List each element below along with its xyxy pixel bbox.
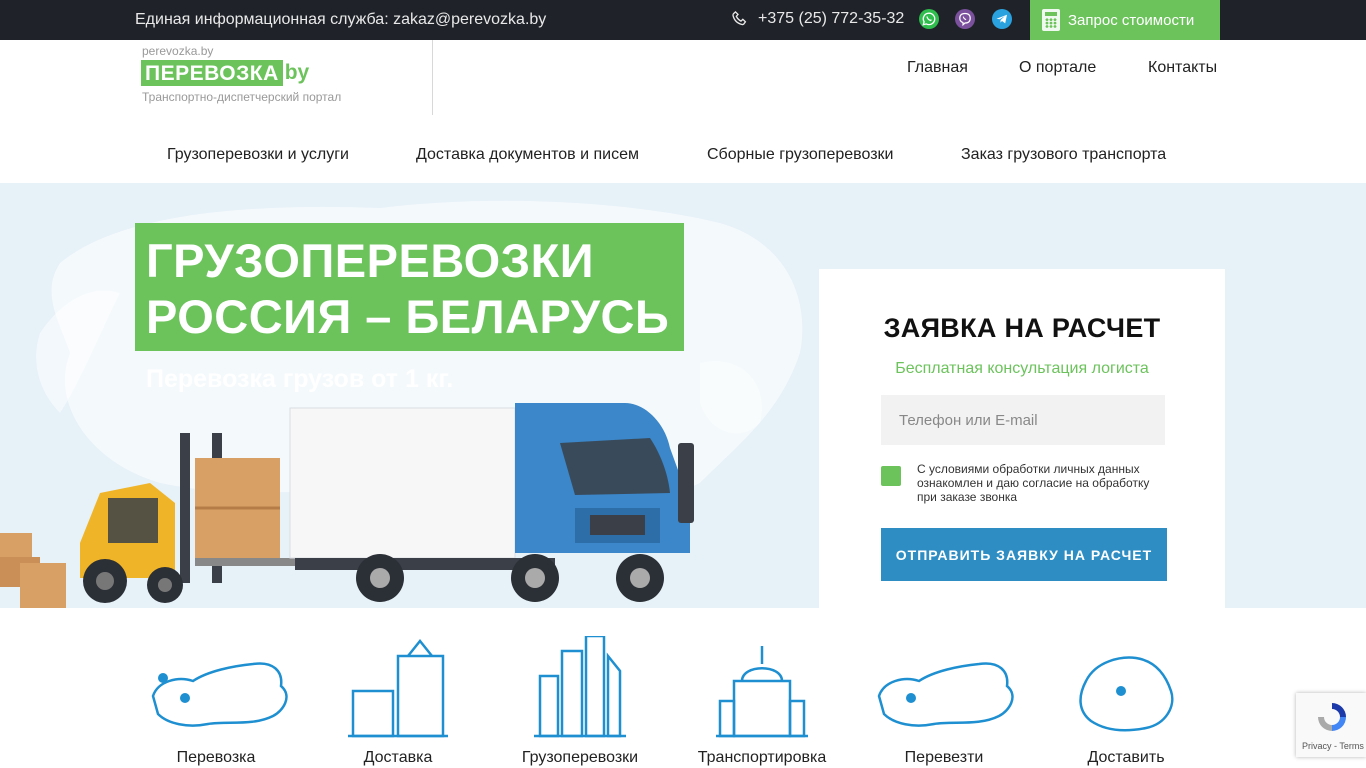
russia-map-icon <box>877 662 1014 727</box>
truck-forklift-illustration <box>0 403 694 608</box>
recaptcha-links[interactable]: Privacy - Terms <box>1302 741 1364 751</box>
service-transport-russia[interactable] <box>128 636 308 746</box>
phone-block[interactable]: +375 (25) 772-35-32 <box>730 9 904 29</box>
services-row: Перевозка Доставка Грузоперевозки Трансп… <box>0 608 1366 768</box>
phone-number: +375 (25) 772-35-32 <box>758 10 905 27</box>
recaptcha-badge[interactable]: Privacy - Terms <box>1296 693 1366 757</box>
russia-map-icon <box>151 662 288 727</box>
nav-about[interactable]: О портале <box>1019 59 1096 77</box>
service-transportation[interactable] <box>672 636 852 746</box>
hero-subtitle: Перевозка грузов от 1 кг. <box>146 365 454 393</box>
cathedral-icon <box>716 646 808 738</box>
contact-input[interactable] <box>881 395 1165 445</box>
form-subtitle: Бесплатная консультация логиста <box>895 360 1149 377</box>
recaptcha-icon <box>1318 703 1346 731</box>
calculator-icon <box>1042 9 1060 31</box>
site-logo[interactable]: ПЕРЕВОЗКА by <box>141 60 309 86</box>
logo-tagline: Транспортно-диспетчерский портал <box>142 90 342 104</box>
hero-title-line-2: РОССИЯ – БЕЛАРУСЬ <box>146 290 670 343</box>
consent-checkbox[interactable] <box>881 466 901 486</box>
service-deliver-belarus[interactable] <box>1036 636 1216 746</box>
quote-request-label: Запрос стоимости <box>1068 11 1195 29</box>
consent-text: С условиями обработки личных данных озна… <box>917 462 1150 504</box>
service-delivery[interactable] <box>308 636 488 746</box>
service-label-3[interactable]: Грузоперевозки <box>522 749 638 767</box>
nav-home[interactable]: Главная <box>907 59 968 77</box>
phone-icon <box>732 10 747 26</box>
subnav-groupage[interactable]: Сборные грузоперевозки <box>707 146 893 164</box>
info-service-text: Единая информационная служба: zakaz@pere… <box>135 11 547 28</box>
quote-form-card: ЗАЯВКА НА РАСЧЕТ Бесплатная консультация… <box>819 269 1225 621</box>
city-building-icon <box>348 638 448 738</box>
service-label-6[interactable]: Доставить <box>1087 749 1164 767</box>
top-bar: Единая информационная служба: zakaz@pere… <box>0 0 1366 40</box>
form-title: ЗАЯВКА НА РАСЧЕТ <box>883 313 1161 343</box>
logo-tld: by <box>284 61 310 84</box>
nav-contacts[interactable]: Контакты <box>1148 59 1217 77</box>
logo-domain: perevozka.by <box>142 44 214 58</box>
viber-icon[interactable] <box>955 9 975 29</box>
telegram-icon[interactable] <box>992 9 1012 29</box>
subnav-cargo-services[interactable]: Грузоперевозки и услуги <box>167 146 349 164</box>
belarus-map-icon <box>1079 656 1174 732</box>
submit-quote-button[interactable]: ОТПРАВИТЬ ЗАЯВКУ НА РАСЧЕТ <box>881 528 1167 581</box>
service-label-1[interactable]: Перевозка <box>177 749 256 767</box>
service-label-4[interactable]: Транспортировка <box>698 749 826 767</box>
service-move[interactable] <box>854 636 1034 746</box>
service-label-2[interactable]: Доставка <box>364 749 433 767</box>
logo-word: ПЕРЕВОЗКА <box>141 60 283 86</box>
subnav-document-delivery[interactable]: Доставка документов и писем <box>416 146 639 164</box>
hero-title-line-1: ГРУЗОПЕРЕВОЗКИ <box>146 234 595 287</box>
hero-title: ГРУЗОПЕРЕВОЗКИ РОССИЯ – БЕЛАРУСЬ <box>146 233 669 345</box>
service-label-5[interactable]: Перевезти <box>905 749 984 767</box>
service-cargo-moscow[interactable] <box>490 636 670 746</box>
whatsapp-icon[interactable] <box>919 9 939 29</box>
quote-request-button[interactable]: Запрос стоимости <box>1030 0 1220 40</box>
skyscraper-icon <box>534 636 626 738</box>
subnav-truck-order[interactable]: Заказ грузового транспорта <box>961 146 1166 164</box>
header-divider <box>432 40 433 115</box>
